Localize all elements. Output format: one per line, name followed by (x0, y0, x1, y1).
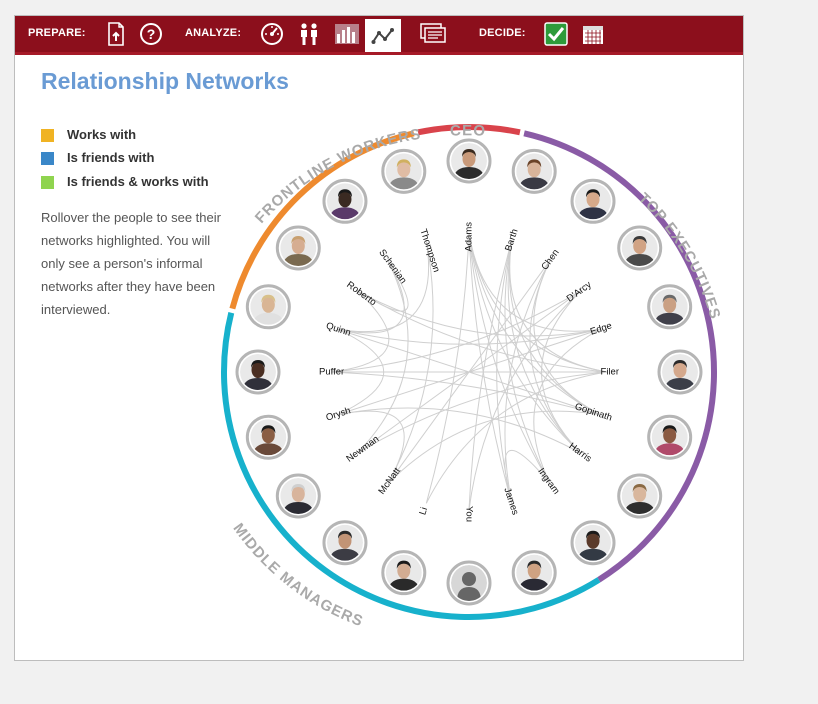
person-label[interactable]: Edge (589, 320, 614, 337)
person-avatar-orysh[interactable] (245, 414, 291, 460)
network-link (425, 233, 470, 504)
network-link (509, 240, 608, 373)
person-label[interactable]: Ingram (535, 466, 561, 496)
person-avatar-li[interactable] (381, 550, 427, 596)
network-link (425, 371, 608, 504)
person-avatar-barth[interactable] (511, 148, 557, 194)
app-panel: PREPARE: ? ANALYZE: DECIDE: Relationship… (14, 15, 744, 661)
person-avatar-james[interactable] (511, 550, 557, 596)
person-label[interactable]: Li (417, 506, 430, 516)
person-avatar-puffer[interactable] (235, 349, 281, 395)
person-avatar-edge[interactable] (647, 284, 693, 330)
person-label[interactable]: Quinn (325, 320, 353, 338)
person-label[interactable]: Newman (344, 434, 381, 465)
person-label[interactable]: James (501, 486, 520, 516)
person-avatar-darcy[interactable] (617, 225, 663, 271)
person-avatar-you[interactable] (446, 560, 492, 606)
person-label[interactable]: Filer (601, 367, 619, 378)
person-avatar-ingram[interactable] (570, 520, 616, 566)
person-label[interactable]: Puffer (319, 367, 344, 378)
person-avatar-newman[interactable] (275, 473, 321, 519)
person-label[interactable]: D'Arcy (565, 279, 594, 304)
person-avatar-gopinath[interactable] (647, 414, 693, 460)
network-link (468, 290, 581, 511)
person-label[interactable]: Barth (503, 228, 520, 253)
relationship-network-diagram: Adams Barth ChenD'Arcy Edge Filer Gopinath Har… (221, 122, 723, 630)
person-label[interactable]: Adams (464, 222, 475, 252)
network-link (508, 240, 601, 416)
person-avatar-harris[interactable] (617, 473, 663, 519)
person-avatar-roberto[interactable] (275, 225, 321, 271)
person-avatar-adams[interactable] (446, 138, 492, 184)
person-label[interactable]: Orysh (325, 405, 353, 423)
person-avatar-chen[interactable] (570, 178, 616, 224)
person-label[interactable]: Schenian (376, 247, 408, 286)
person-label[interactable]: Gopinath (573, 401, 613, 423)
person-label[interactable]: Chen (539, 247, 561, 272)
person-label[interactable]: You (463, 506, 474, 522)
person-label[interactable]: Thompson (417, 228, 441, 274)
person-avatar-mcnatt[interactable] (322, 520, 368, 566)
person-avatar-quinn[interactable] (245, 284, 291, 330)
person-avatar-filer[interactable] (657, 349, 703, 395)
person-avatar-schenian[interactable] (322, 178, 368, 224)
person-label[interactable]: Harris (567, 441, 594, 465)
person-label[interactable]: Roberto (344, 279, 378, 308)
group-label-ceo: CEO (450, 122, 487, 140)
person-avatar-thompson[interactable] (381, 148, 427, 194)
person-label[interactable]: McNatt (376, 465, 403, 496)
network-link (357, 290, 601, 337)
